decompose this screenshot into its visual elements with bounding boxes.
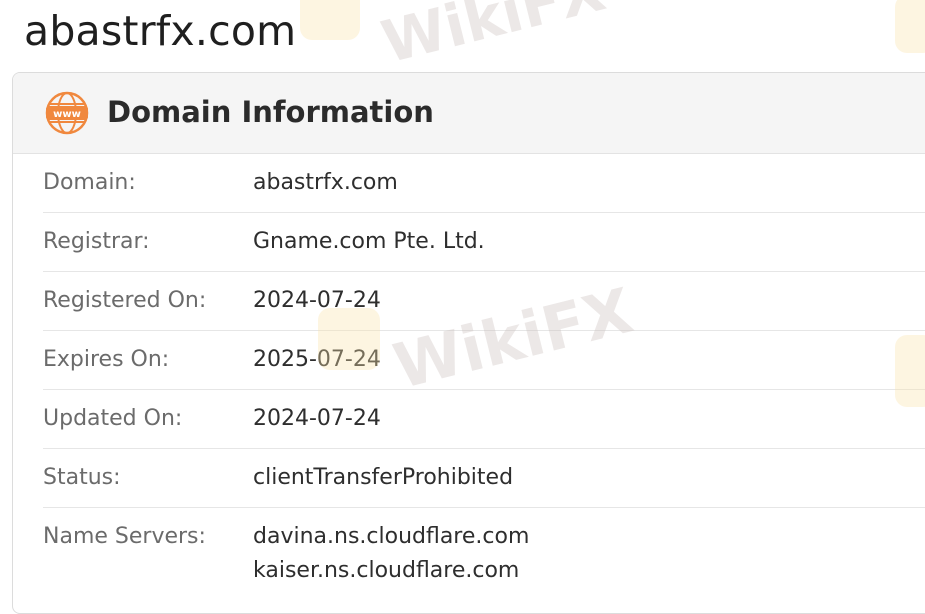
row-label: Registered On:: [43, 288, 207, 313]
row-name-servers: Name Servers: davina.ns.cloudflare.com k…: [43, 508, 925, 598]
watermark-logo: [300, 0, 360, 40]
row-value: Gname.com Pte. Ltd.: [253, 229, 485, 254]
info-rows: Domain: abastrfx.com Registrar: Gname.co…: [43, 154, 925, 598]
card-header: www Domain Information: [13, 73, 925, 154]
row-value: 2024-07-24: [253, 288, 381, 313]
row-label: Name Servers:: [43, 524, 206, 549]
name-server-item: kaiser.ns.cloudflare.com: [253, 558, 520, 583]
www-globe-icon: www: [45, 91, 89, 135]
watermark-logo: [895, 0, 925, 53]
row-value: 2025-07-24: [253, 347, 381, 372]
page-title: abastrfx.com: [24, 7, 297, 55]
row-value: davina.ns.cloudflare.com kaiser.ns.cloud…: [253, 520, 529, 588]
row-registered-on: Registered On: 2024-07-24: [43, 272, 925, 331]
row-updated-on: Updated On: 2024-07-24: [43, 390, 925, 449]
row-registrar: Registrar: Gname.com Pte. Ltd.: [43, 213, 925, 272]
row-domain: Domain: abastrfx.com: [43, 154, 925, 213]
domain-info-card: www Domain Information Domain: abastrfx.…: [12, 72, 925, 614]
card-title: Domain Information: [107, 95, 434, 129]
row-value: 2024-07-24: [253, 406, 381, 431]
name-server-item: davina.ns.cloudflare.com: [253, 524, 530, 549]
row-label: Domain:: [43, 170, 136, 195]
row-label: Updated On:: [43, 406, 183, 431]
row-value: clientTransferProhibited: [253, 465, 514, 490]
row-label: Registrar:: [43, 229, 150, 254]
watermark-text: WikiFX: [375, 0, 612, 77]
svg-text:www: www: [53, 109, 81, 120]
row-expires-on: Expires On: 2025-07-24: [43, 331, 925, 390]
row-value: abastrfx.com: [253, 170, 398, 195]
row-label: Expires On:: [43, 347, 170, 372]
row-status: Status: clientTransferProhibited: [43, 449, 925, 508]
row-label: Status:: [43, 465, 121, 490]
